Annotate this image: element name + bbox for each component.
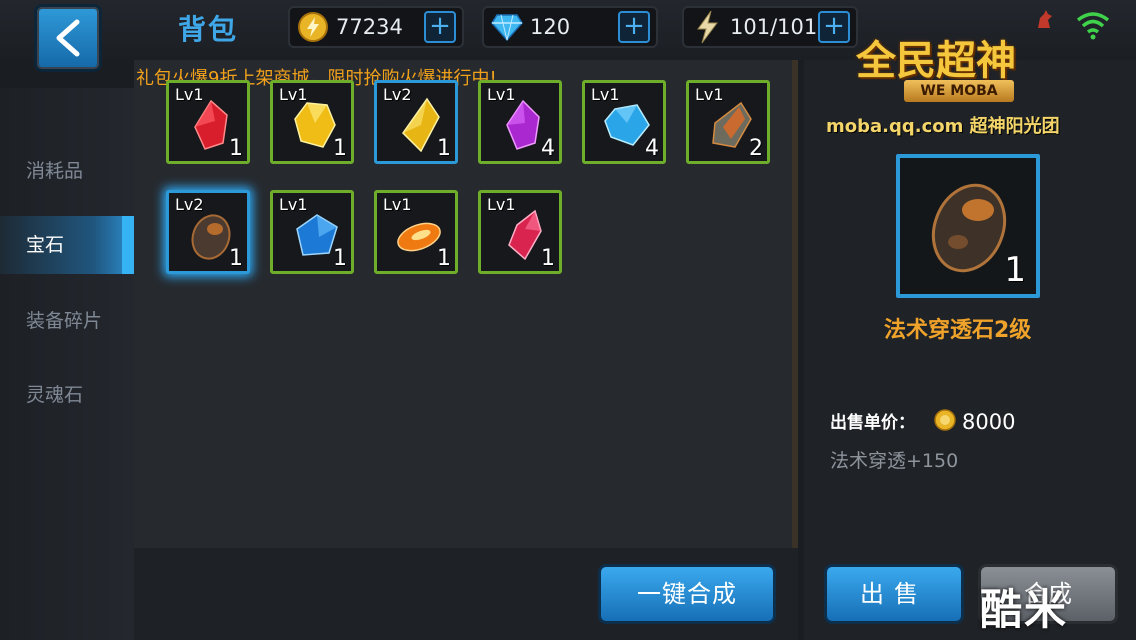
sell-price-value: 8000 (962, 410, 1016, 434)
gold-coin-icon (934, 409, 956, 431)
gem-slot-dark-stone-lv2[interactable]: Lv2 1 (166, 190, 250, 274)
chevron-left-icon (56, 19, 80, 57)
gem-level: Lv1 (487, 195, 516, 214)
selected-item-count: 1 (1004, 250, 1026, 290)
merge-all-button[interactable]: 一键合成 (598, 564, 776, 624)
gem-level: Lv2 (175, 195, 204, 214)
logo-subtitle: WE MOBA (904, 80, 1014, 102)
lightning-icon (690, 10, 724, 44)
sidebar-item-soul-stones[interactable]: 灵魂石 (0, 366, 134, 424)
item-detail-panel (804, 60, 1136, 640)
item-name: 法术穿透石2级 (884, 318, 1032, 343)
gem-slot-purple-lv1[interactable]: Lv1 4 (478, 80, 562, 164)
gem-count: 4 (541, 136, 555, 161)
gem-slot-orange-lv1[interactable]: Lv1 1 (374, 190, 458, 274)
gem-count: 1 (229, 246, 243, 271)
gem-slot-fire-stone-lv1[interactable]: Lv1 2 (686, 80, 770, 164)
add-gold-button[interactable]: + (424, 11, 456, 43)
gem-slot-red-lv1[interactable]: Lv1 1 (166, 80, 250, 164)
gem-count: 2 (749, 136, 763, 161)
gem-level: Lv1 (279, 85, 308, 104)
gem-slot-pink-lv1[interactable]: Lv1 1 (478, 190, 562, 274)
sell-button[interactable]: 出售 (824, 564, 964, 624)
gem-level: Lv1 (695, 85, 724, 104)
gold-counter: 77234 + (288, 6, 464, 48)
gem-slot-blue-lv1[interactable]: Lv1 1 (270, 190, 354, 274)
logo-title: 全民超神 (856, 38, 1016, 84)
gem-count: 1 (333, 246, 347, 271)
gem-count: 1 (541, 246, 555, 271)
gem-level: Lv1 (487, 85, 516, 104)
diamond-value: 120 (530, 15, 571, 39)
gem-level: Lv2 (383, 85, 412, 104)
diamond-counter: 120 + (482, 6, 658, 48)
back-button[interactable] (34, 4, 102, 72)
diamond-icon (490, 10, 524, 44)
add-diamond-button[interactable]: + (618, 11, 650, 43)
gold-coin-icon (296, 10, 330, 44)
gem-count: 1 (229, 136, 243, 161)
gem-count: 1 (333, 136, 347, 161)
sidebar-item-equipment-fragments[interactable]: 装备碎片 (0, 292, 134, 350)
gem-count: 1 (437, 136, 451, 161)
page-title: 背包 (178, 13, 239, 46)
gem-level: Lv1 (175, 85, 204, 104)
sidebar-item-consumables[interactable]: 消耗品 (0, 142, 134, 200)
sell-price-label: 出售单价： (830, 413, 915, 433)
game-logo: 全民超神 WE MOBA moba.qq.com 超神阳光团 (826, 20, 1096, 140)
sidebar-item-gems[interactable]: 宝石 (0, 216, 134, 274)
gem-level: Lv1 (591, 85, 620, 104)
logo-url: moba.qq.com 超神阳光团 (826, 116, 1060, 137)
item-effect: 法术穿透+150 (830, 450, 959, 472)
gem-level: Lv1 (279, 195, 308, 214)
watermark: 酷米 (980, 585, 1069, 634)
gem-count: 1 (437, 246, 451, 271)
gem-level: Lv1 (383, 195, 412, 214)
selected-item-preview: 1 (896, 154, 1040, 298)
gem-slot-cyan-lv1[interactable]: Lv1 4 (582, 80, 666, 164)
gem-count: 4 (645, 136, 659, 161)
energy-value: 101/101 (730, 15, 818, 39)
gem-slot-yellow-lv1[interactable]: Lv1 1 (270, 80, 354, 164)
gem-slot-yellow-lv2[interactable]: Lv2 1 (374, 80, 458, 164)
gold-value: 77234 (336, 15, 403, 39)
